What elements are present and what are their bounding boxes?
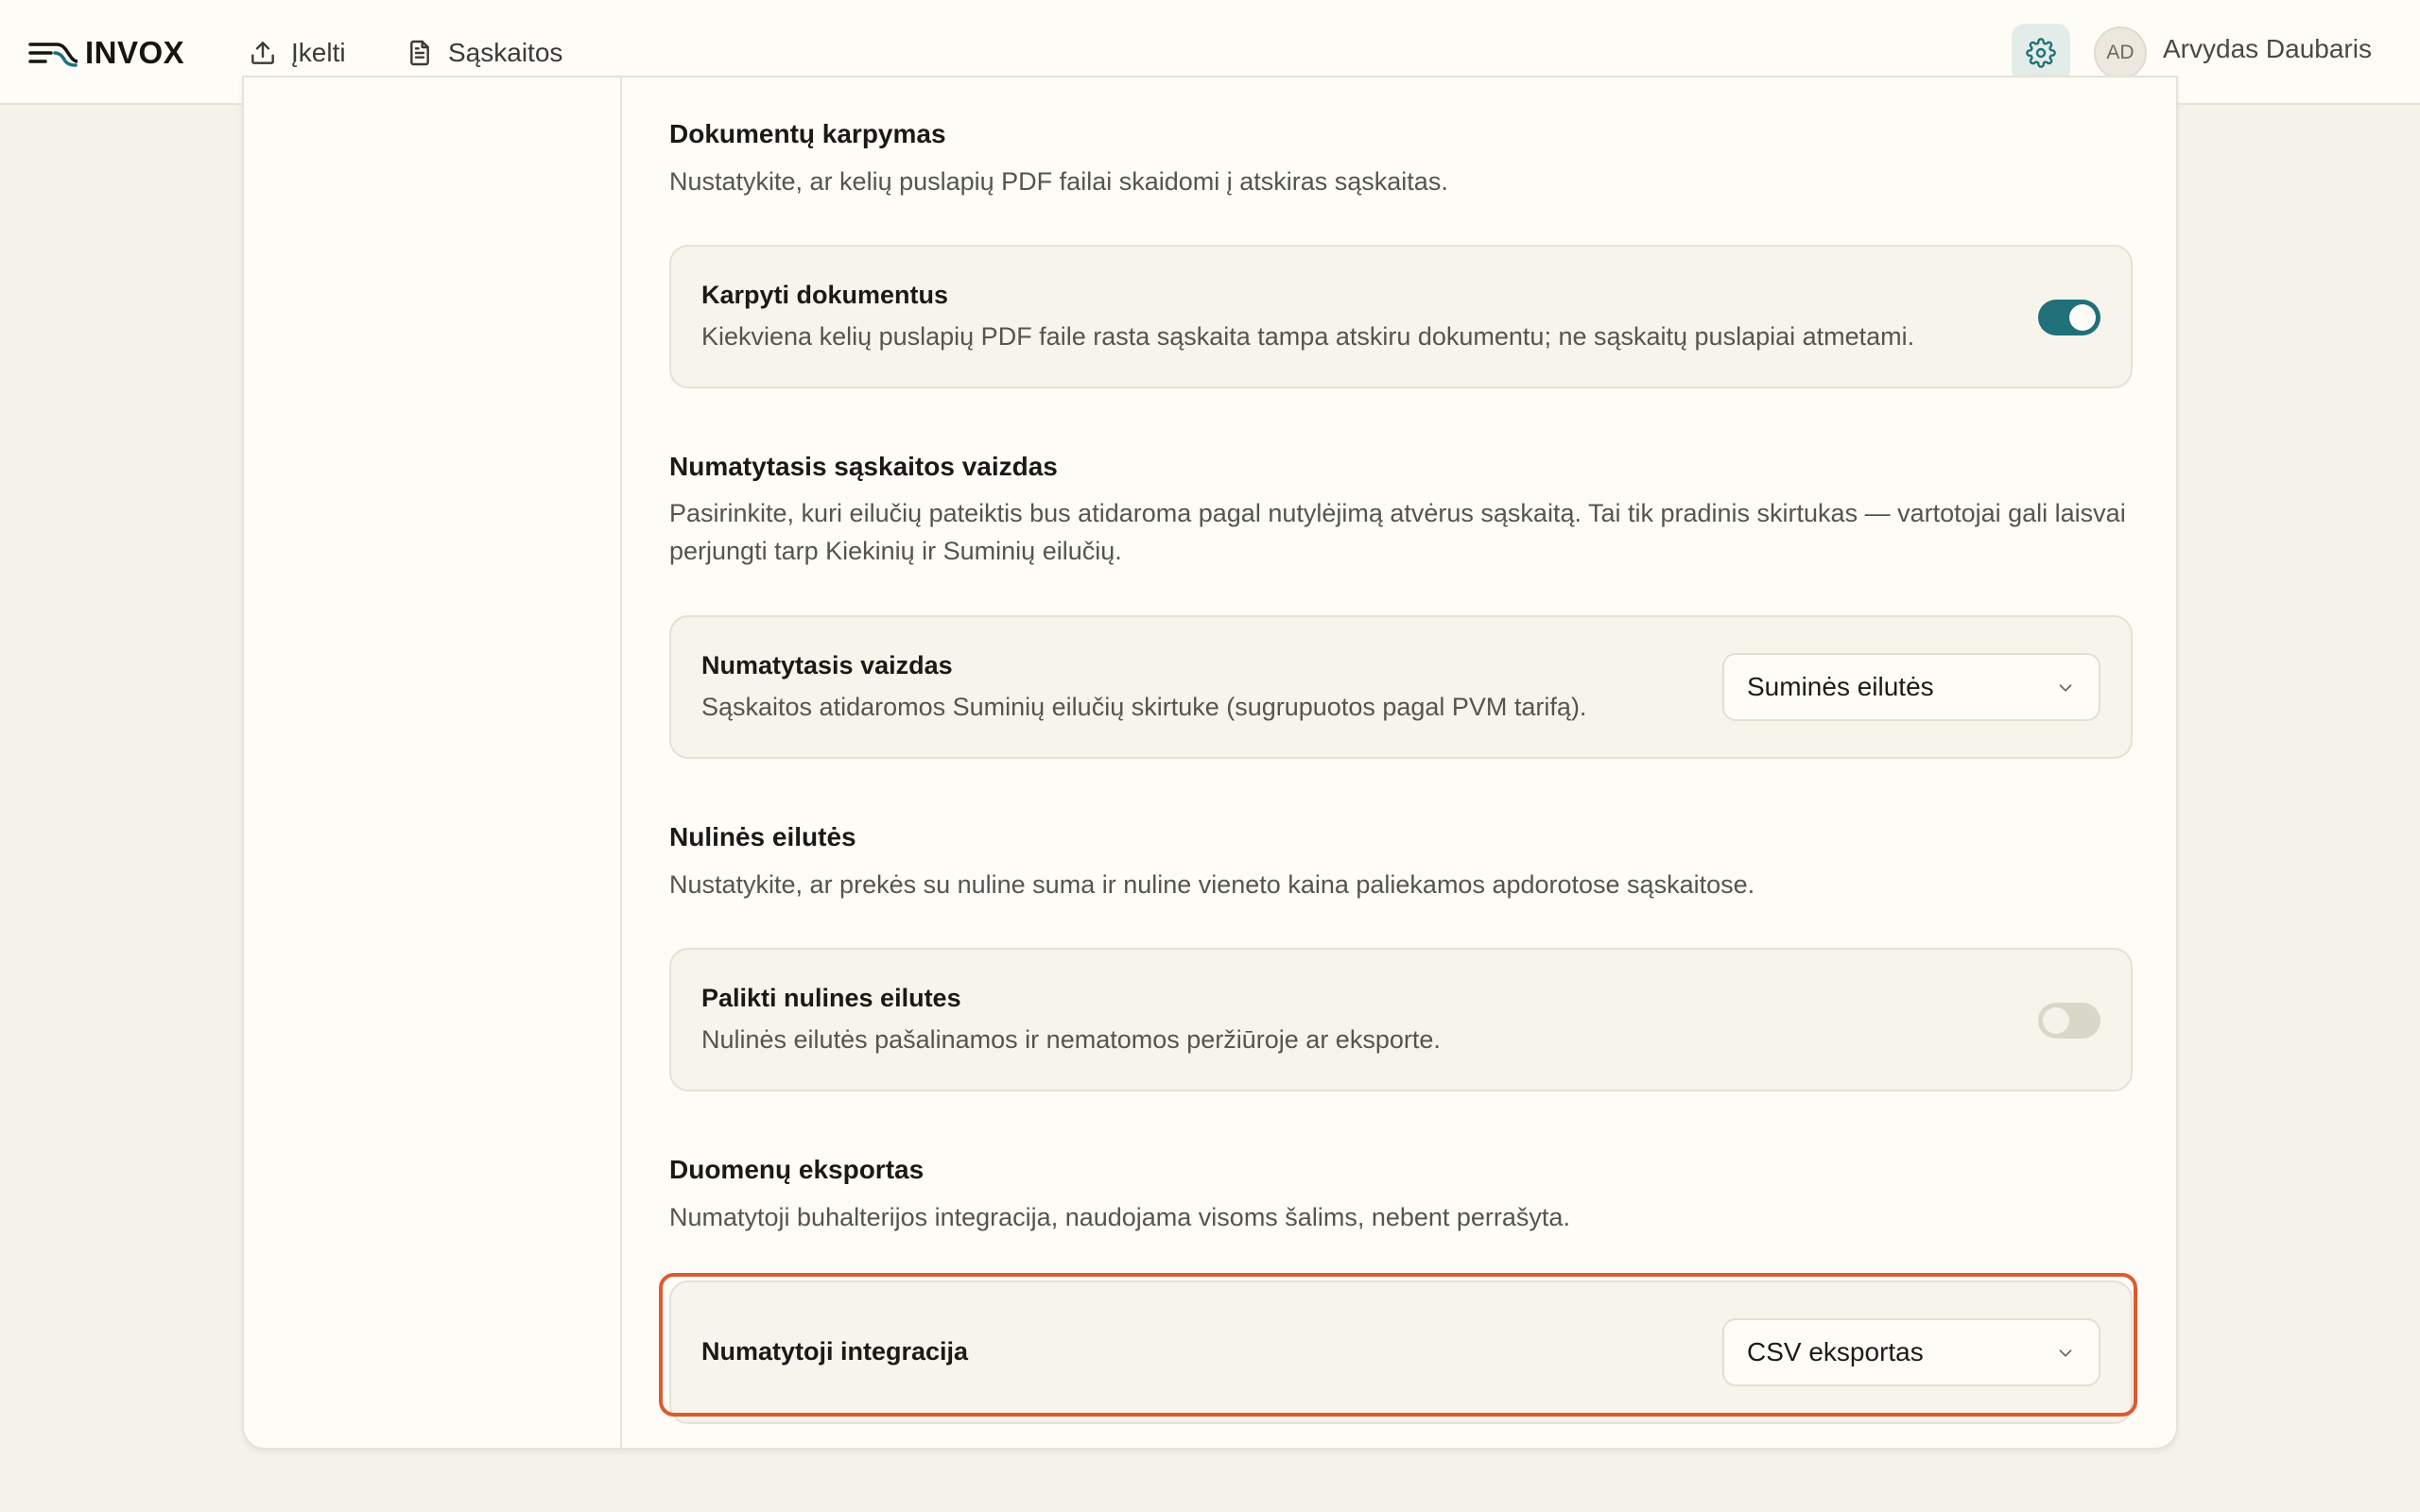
app-logo[interactable]: INVOX bbox=[28, 32, 184, 74]
nav-invoices-link[interactable]: Sąskaitos bbox=[405, 31, 562, 75]
setting-label-integration: Numatytoji integracija bbox=[701, 1337, 969, 1366]
document-icon bbox=[410, 40, 429, 66]
section-desc-zero-rows: Nustatykite, ar prekės su nuline suma ir… bbox=[669, 870, 1755, 899]
split-documents-toggle[interactable] bbox=[2038, 300, 2100, 335]
section-title-export: Duomenų eksportas bbox=[669, 1155, 925, 1184]
setting-default-view: Numatytasis vaizdas Sąskaitos atidaromos… bbox=[669, 615, 2133, 759]
default-integration-select[interactable]: CSV eksportas bbox=[1722, 1318, 2100, 1386]
section-desc-splitting: Nustatykite, ar kelių puslapių PDF faila… bbox=[669, 167, 1448, 196]
settings-button[interactable] bbox=[2012, 24, 2070, 82]
toggle-knob bbox=[2043, 1007, 2069, 1034]
default-integration-select-value: CSV eksportas bbox=[1747, 1337, 1924, 1366]
chevron-down-icon bbox=[2059, 684, 2072, 692]
settings-card: Dokumentų karpymas Nustatykite, ar kelių… bbox=[242, 76, 2178, 1450]
section-desc-default-view: Pasirinkite, kuri eilučių pateiktis bus … bbox=[669, 499, 2126, 565]
setting-help-zero-rows: Nulinės eilutės pašalinamos ir nematomos… bbox=[701, 1025, 1441, 1054]
section-title-zero-rows: Nulinės eilutės bbox=[669, 822, 856, 851]
logo-text: INVOX bbox=[85, 35, 185, 70]
upload-icon bbox=[251, 42, 274, 64]
setting-help-default-view: Sąskaitos atidaromos Suminių eilučių ski… bbox=[701, 693, 1587, 721]
section-desc-export: Numatytoji buhalterijos integracija, nau… bbox=[669, 1203, 1570, 1231]
settings-content: Dokumentų karpymas Nustatykite, ar kelių… bbox=[622, 77, 2176, 1448]
gear-icon bbox=[2026, 38, 2056, 68]
section-title-default-view: Numatytasis sąskaitos vaizdas bbox=[669, 452, 1058, 481]
default-view-select-value: Suminės eilutės bbox=[1747, 672, 1934, 701]
nav-invoices-label: Sąskaitos bbox=[448, 38, 563, 67]
nav-upload-label: Įkelti bbox=[291, 38, 346, 67]
user-name[interactable]: Arvydas Daubaris bbox=[2163, 34, 2372, 64]
setting-keep-zero-rows: Palikti nulines eilutes Nulinės eilutės … bbox=[669, 948, 2133, 1091]
setting-default-integration: Numatytoji integracija CSV eksportas bbox=[669, 1280, 2133, 1424]
chevron-down-icon bbox=[2059, 1349, 2072, 1357]
keep-zero-rows-toggle[interactable] bbox=[2038, 1003, 2100, 1039]
user-avatar[interactable]: AD bbox=[2094, 26, 2147, 79]
logo-waves-icon bbox=[28, 43, 78, 67]
nav-upload-link[interactable]: Įkelti bbox=[248, 31, 346, 75]
setting-label-split: Karpyti dokumentus bbox=[701, 281, 949, 309]
settings-sidebar bbox=[244, 77, 622, 1448]
setting-label-zero-rows: Palikti nulines eilutes bbox=[701, 984, 961, 1012]
setting-help-split: Kiekviena kelių puslapių PDF faile rasta… bbox=[701, 322, 1915, 351]
default-view-select[interactable]: Suminės eilutės bbox=[1722, 653, 2100, 721]
toggle-knob bbox=[2069, 304, 2096, 331]
section-title-splitting: Dokumentų karpymas bbox=[669, 119, 946, 148]
setting-split-documents: Karpyti dokumentus Kiekviena kelių pusla… bbox=[669, 245, 2133, 388]
setting-label-default-view: Numatytasis vaizdas bbox=[701, 651, 953, 679]
